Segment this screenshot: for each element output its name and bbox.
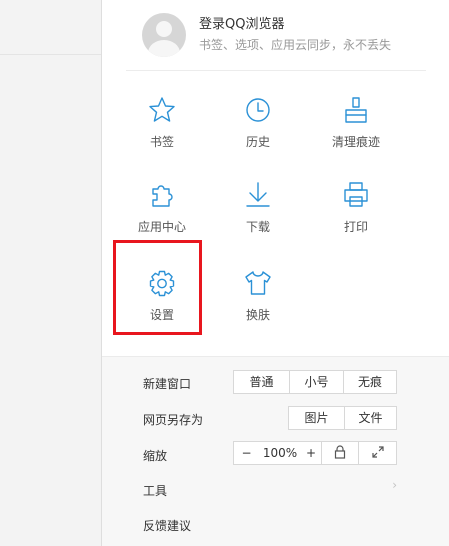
skin-button[interactable]: 换肤 — [226, 268, 290, 346]
fullscreen-button[interactable] — [358, 442, 396, 464]
tools-menu-item[interactable]: 工具 — [143, 482, 167, 499]
toolbar-divider — [0, 54, 101, 55]
expand-icon — [371, 446, 384, 458]
menu-options-panel: 新建窗口 普通 小号 无痕 网页另存为 图片 文件 缩放 − 100% + 工具… — [102, 356, 449, 546]
print-button[interactable]: 打印 — [324, 180, 388, 258]
skin-label: 换肤 — [245, 308, 270, 322]
zoom-level-value: 100% — [262, 446, 298, 460]
feedback-menu-item[interactable]: 反馈建议 — [143, 517, 191, 534]
save-page-as-label: 网页另存为 — [143, 413, 204, 427]
bookmarks-button[interactable]: 书签 — [130, 95, 194, 173]
print-label: 打印 — [343, 220, 368, 234]
zoom-in-button[interactable]: + — [301, 442, 321, 464]
login-subtitle: 书签、选项、应用云同步，永不丢失 — [199, 38, 392, 52]
login-header[interactable]: 登录QQ浏览器 书签、选项、应用云同步，永不丢失 — [102, 0, 449, 70]
browser-main-menu: 登录QQ浏览器 书签、选项、应用云同步，永不丢失 书签 历史 清理痕迹 应用中心 — [101, 0, 449, 546]
shirt-icon — [245, 271, 271, 295]
new-window-button-group: 普通 小号 无痕 — [233, 370, 397, 394]
zoom-label: 缩放 — [143, 449, 168, 463]
broom-icon — [345, 97, 367, 123]
settings-button[interactable]: 设置 — [130, 268, 194, 346]
login-title[interactable]: 登录QQ浏览器 — [199, 13, 284, 32]
lock-icon — [334, 445, 346, 459]
new-window-label: 新建窗口 — [143, 377, 192, 391]
clear-traces-label: 清理痕迹 — [331, 135, 380, 149]
app-center-button[interactable]: 应用中心 — [130, 180, 194, 258]
section-divider — [126, 70, 426, 71]
tools-chevron-right-icon: › — [392, 478, 397, 492]
avatar[interactable] — [142, 13, 186, 57]
settings-label: 设置 — [149, 308, 174, 322]
zoom-out-button[interactable]: − — [234, 442, 259, 464]
history-button[interactable]: 历史 — [226, 95, 290, 173]
save-as-image-button[interactable]: 图片 — [289, 407, 344, 429]
save-as-button-group: 图片 文件 — [288, 406, 397, 430]
printer-icon — [344, 182, 368, 207]
history-label: 历史 — [245, 135, 270, 149]
download-button[interactable]: 下载 — [226, 180, 290, 258]
avatar-head — [156, 21, 172, 37]
bookmarks-label: 书签 — [149, 135, 174, 149]
zoom-lock-button[interactable] — [321, 442, 358, 464]
download-icon — [246, 182, 270, 207]
app-center-label: 应用中心 — [137, 220, 186, 234]
save-as-file-button[interactable]: 文件 — [344, 407, 396, 429]
download-label: 下载 — [245, 220, 270, 234]
clear-traces-button[interactable]: 清理痕迹 — [324, 95, 388, 173]
avatar-body — [148, 40, 180, 57]
new-normal-window-button[interactable]: 普通 — [234, 371, 289, 393]
new-small-window-button[interactable]: 小号 — [289, 371, 343, 393]
puzzle-icon — [152, 185, 173, 207]
new-incognito-window-button[interactable]: 无痕 — [343, 371, 396, 393]
zoom-controls: − 100% + — [233, 441, 397, 465]
star-icon — [149, 97, 175, 122]
gear-icon — [149, 270, 175, 297]
clock-icon — [246, 98, 270, 122]
page-background — [0, 0, 101, 546]
